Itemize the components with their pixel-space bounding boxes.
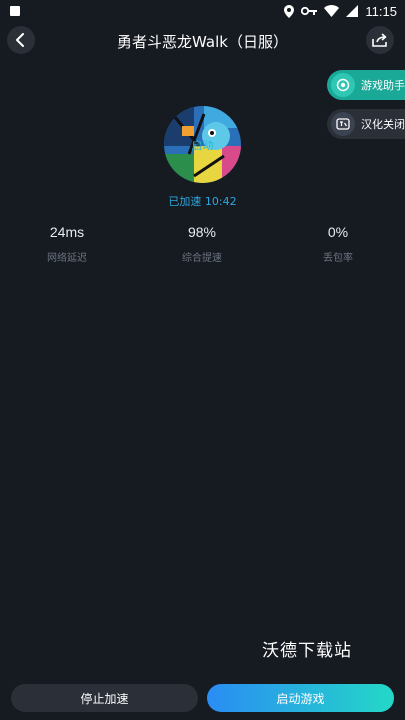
speedup-value: 98% xyxy=(187,224,217,240)
notification-icon xyxy=(10,6,20,16)
packet-loss-label: 丢包率 xyxy=(323,253,353,264)
page-title: 勇者斗恶龙Walk（日服） xyxy=(117,33,288,51)
speedup-label: 综合提速 xyxy=(182,253,222,264)
wifi-icon xyxy=(324,5,340,17)
signal-icon xyxy=(346,5,359,17)
packet-loss-stat: 0% 丢包率 xyxy=(278,224,398,264)
start-game-button[interactable]: 启动游戏 xyxy=(207,684,394,712)
stop-acceleration-button[interactable]: 停止加速 xyxy=(11,684,198,712)
clock: 11:15 xyxy=(365,3,397,19)
translate-icon xyxy=(331,112,355,136)
speedup-stat: 98% 综合提速 xyxy=(142,224,262,264)
localization-toggle[interactable]: 汉化关闭 xyxy=(327,109,405,139)
status-icons: 11:15 xyxy=(284,4,397,19)
game-assistant-label: 游戏助手 xyxy=(361,79,405,92)
game-assistant-button[interactable]: 游戏助手 xyxy=(327,70,405,100)
key-icon xyxy=(301,6,318,16)
share-icon xyxy=(372,33,387,47)
app-header: 勇者斗恶龙Walk（日服） xyxy=(0,22,405,60)
latency-label: 网络延迟 xyxy=(47,253,87,264)
latency-stat: 24ms 网络延迟 xyxy=(7,224,127,264)
watermark: 沃德下载站 xyxy=(262,641,352,661)
packet-loss-value: 0% xyxy=(327,224,349,240)
status-bar: 11:15 xyxy=(0,0,405,22)
assistant-icon xyxy=(331,73,355,97)
acceleration-status: 已加速 10:42 xyxy=(168,195,237,208)
game-avatar[interactable]: 启动 xyxy=(164,106,241,183)
share-button[interactable] xyxy=(366,26,394,54)
launch-overlay-label: 启动 xyxy=(191,139,214,152)
localization-label: 汉化关闭 xyxy=(361,118,405,131)
chevron-left-icon xyxy=(16,33,24,47)
location-icon xyxy=(284,4,295,18)
latency-value: 24ms xyxy=(49,224,85,240)
back-button[interactable] xyxy=(7,26,35,54)
